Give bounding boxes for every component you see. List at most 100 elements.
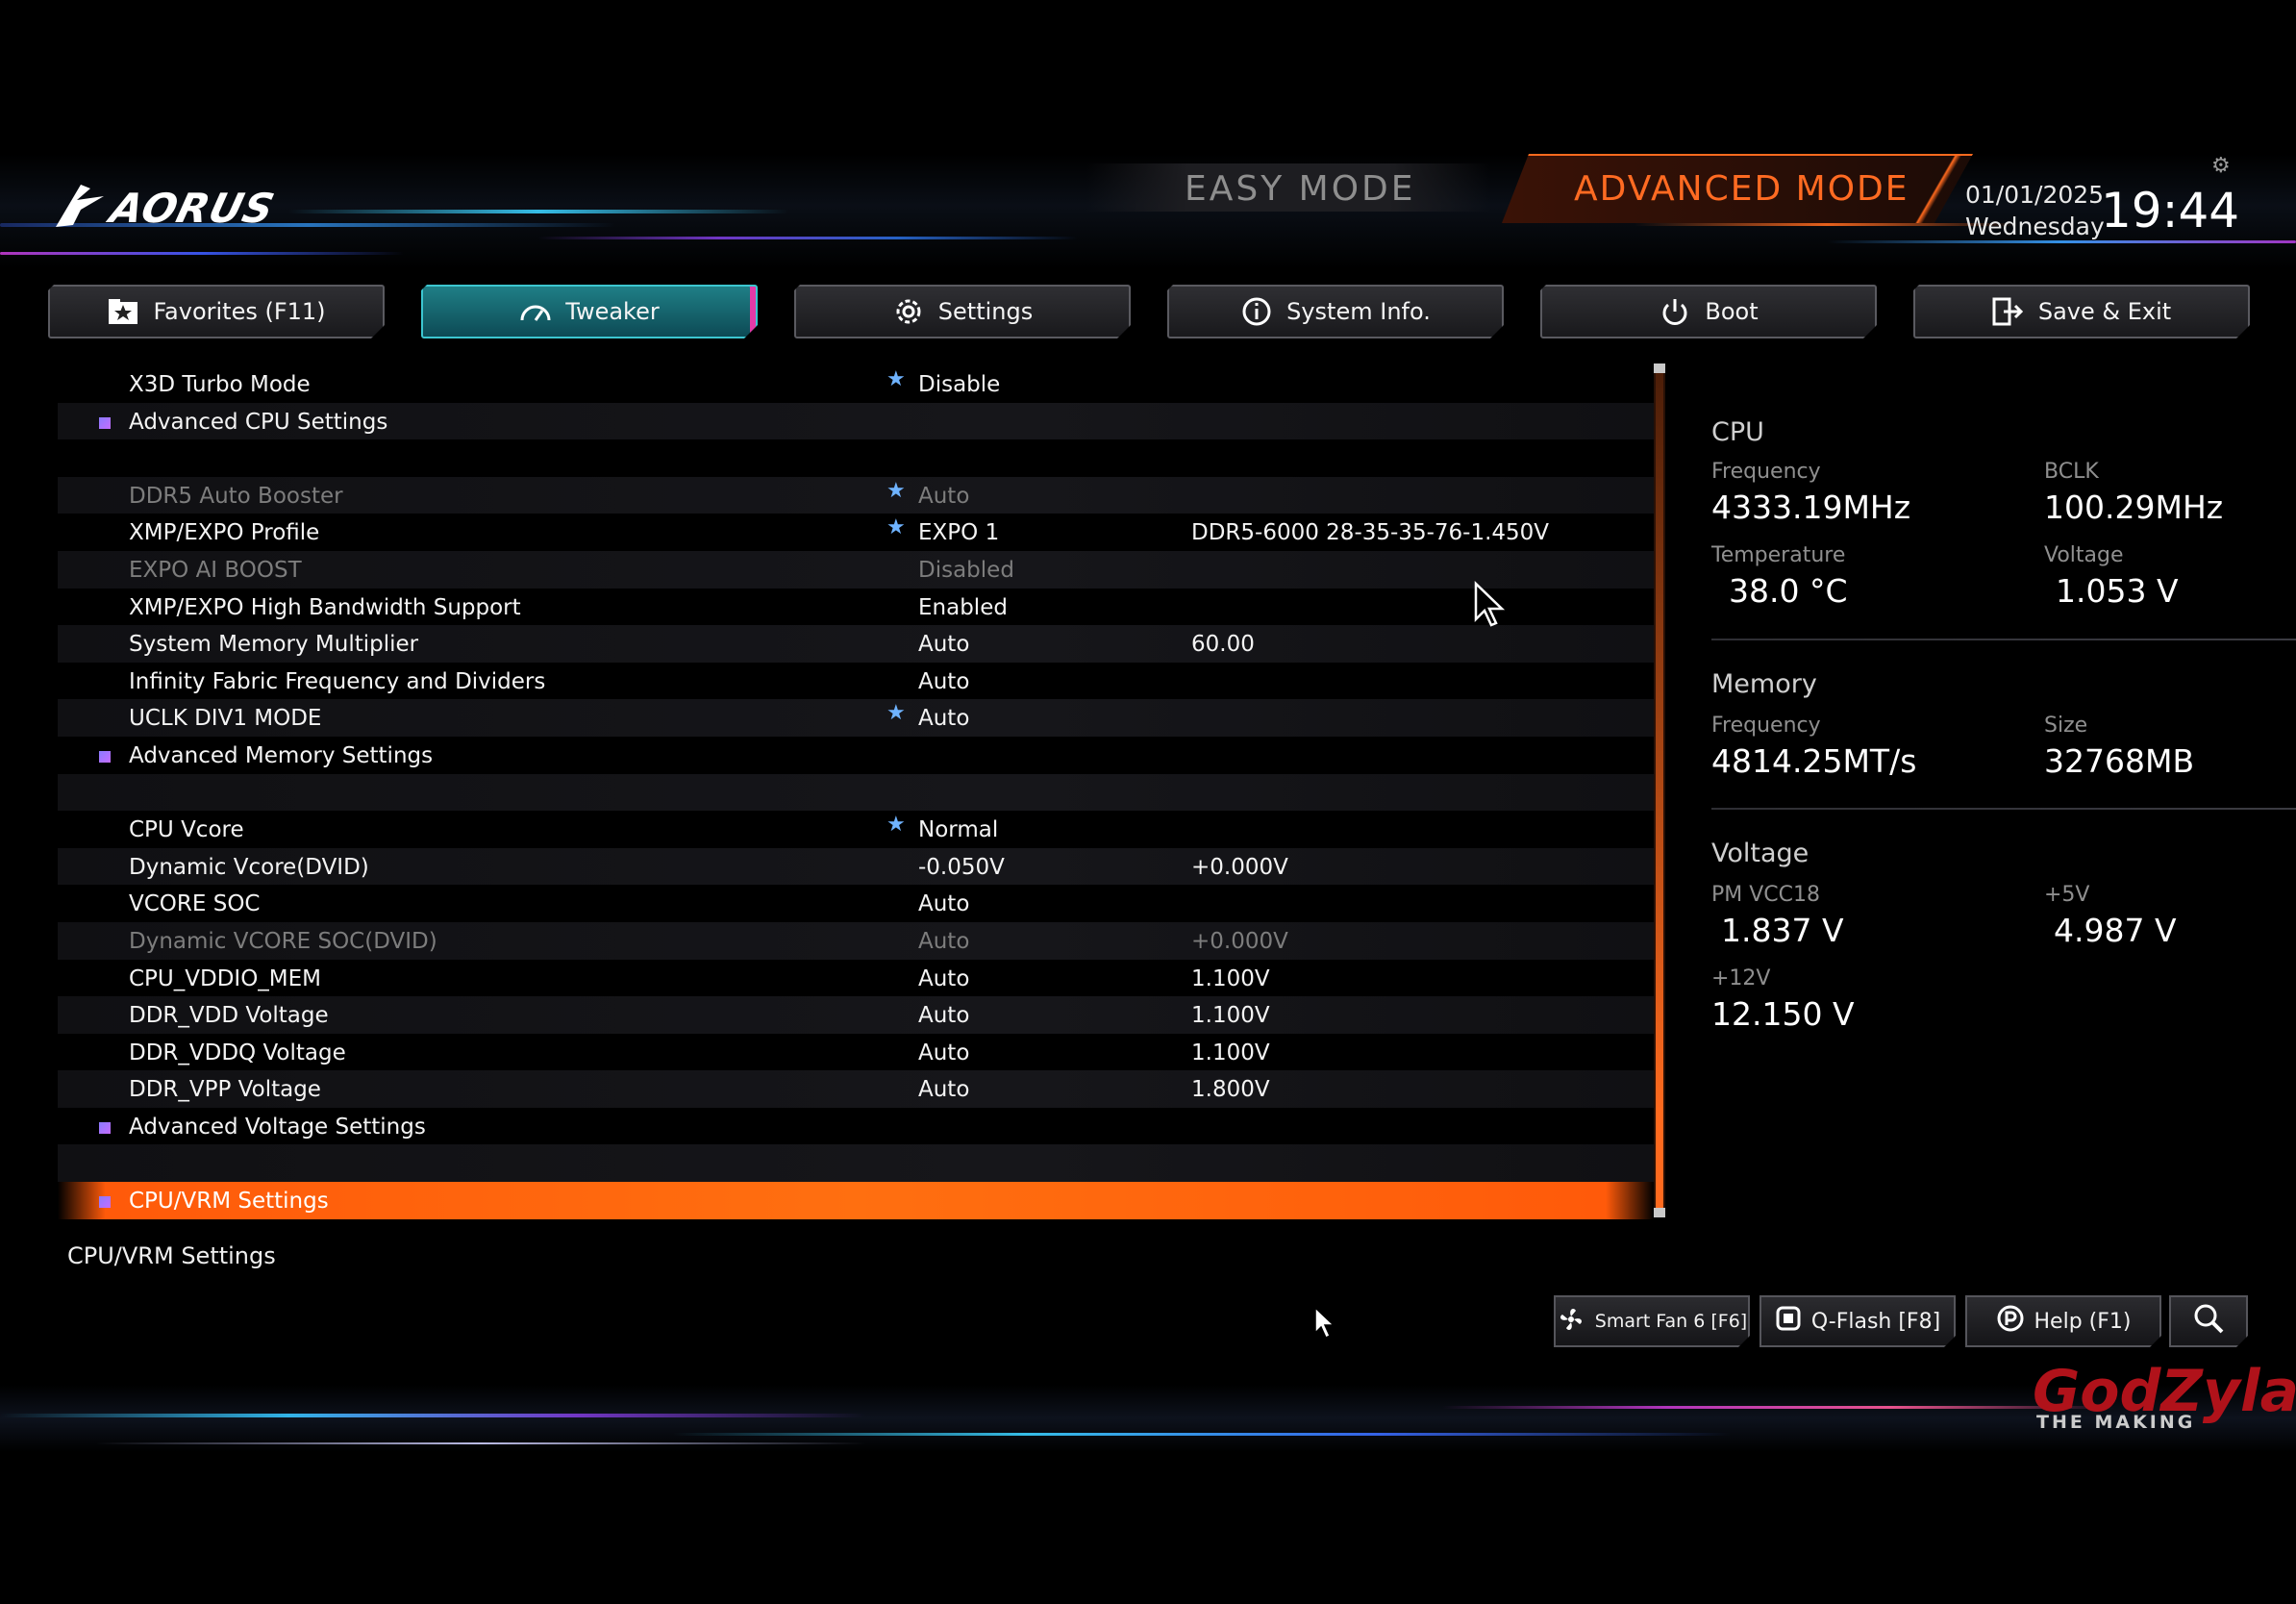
setting-value[interactable]: Auto bbox=[918, 1077, 969, 1102]
setting-value[interactable]: Auto bbox=[918, 966, 969, 991]
memory-frequency-value: 4814.25MT/s bbox=[1711, 742, 1917, 780]
scrollbar-thumb[interactable] bbox=[1656, 365, 1663, 1216]
cpu-section-title: CPU bbox=[1711, 417, 1764, 447]
setting-ddr-vpp-voltage[interactable]: DDR_VPP Voltage Auto 1.800V bbox=[58, 1070, 1654, 1108]
submenu-advanced-memory-settings[interactable]: Advanced Memory Settings bbox=[58, 737, 1654, 774]
memory-size-label: Size bbox=[2044, 714, 2088, 738]
speedometer-icon bbox=[519, 297, 552, 326]
tab-save-exit[interactable]: Save & Exit bbox=[1913, 285, 2250, 338]
setting-xmp-expo-profile[interactable]: XMP/EXPO Profile ★ EXPO 1 DDR5-6000 28-35-3… bbox=[58, 514, 1654, 551]
setting-value[interactable]: Auto bbox=[918, 1003, 969, 1028]
list-spacer bbox=[58, 1144, 1654, 1183]
setting-ddr5-auto-booster[interactable]: DDR5 Auto Booster ★ Auto bbox=[58, 476, 1654, 514]
easy-mode-label: EASY MODE bbox=[1185, 169, 1416, 209]
exit-icon bbox=[1992, 297, 2025, 326]
submenu-bullet-icon bbox=[99, 750, 111, 763]
smart-fan-label: Smart Fan 6 [F6] bbox=[1594, 1311, 1748, 1332]
submenu-advanced-voltage-settings[interactable]: Advanced Voltage Settings bbox=[58, 1108, 1654, 1145]
setting-value[interactable]: Enabled bbox=[918, 595, 1008, 620]
voltage-section-title: Voltage bbox=[1711, 839, 1809, 868]
tab-label: System Info. bbox=[1286, 298, 1431, 325]
setting-value[interactable]: Auto bbox=[918, 669, 969, 694]
cpu-temperature-label: Temperature bbox=[1711, 543, 1846, 567]
setting-label: System Memory Multiplier bbox=[129, 632, 419, 658]
setting-detail: 60.00 bbox=[1191, 632, 1255, 658]
advanced-mode-label: ADVANCED MODE bbox=[1574, 169, 1909, 209]
tab-label: Save & Exit bbox=[2037, 298, 2172, 325]
memory-section-title: Memory bbox=[1711, 669, 1817, 699]
setting-x3d-turbo-mode[interactable]: X3D Turbo Mode ★ Disable bbox=[58, 365, 1654, 403]
setting-value[interactable]: Auto bbox=[918, 632, 969, 657]
search-button[interactable] bbox=[2169, 1295, 2248, 1347]
scrollbar-bottom-cap bbox=[1654, 1208, 1665, 1217]
setting-label: Dynamic VCORE SOC(DVID) bbox=[129, 928, 437, 954]
divider bbox=[1711, 639, 2296, 640]
setting-label: VCORE SOC bbox=[129, 891, 261, 917]
setting-value[interactable]: Normal bbox=[918, 817, 998, 842]
help-button[interactable]: Help (F1) bbox=[1965, 1295, 2161, 1347]
gear-icon bbox=[892, 297, 925, 326]
qflash-button[interactable]: Q-Flash [F8] bbox=[1759, 1295, 1956, 1347]
tab-system-info[interactable]: System Info. bbox=[1167, 285, 1504, 338]
scrollbar-top-cap bbox=[1654, 363, 1665, 373]
favorite-star-icon: ★ bbox=[886, 367, 906, 391]
setting-label: UCLK DIV1 MODE bbox=[129, 706, 322, 732]
submenu-bullet-icon bbox=[99, 416, 111, 429]
setting-value[interactable]: EXPO 1 bbox=[918, 520, 999, 545]
submenu-advanced-cpu-settings[interactable]: Advanced CPU Settings bbox=[58, 402, 1654, 440]
favorite-star-icon: ★ bbox=[886, 515, 906, 540]
setting-detail: DDR5-6000 28-35-35-76-1.450V bbox=[1191, 520, 1550, 546]
setting-dynamic-vcore-soc-dvid[interactable]: Dynamic VCORE SOC(DVID) Auto +0.000V bbox=[58, 921, 1654, 960]
setting-detail: +0.000V bbox=[1191, 854, 1288, 880]
setting-value[interactable]: Auto bbox=[918, 484, 969, 509]
star-folder-icon bbox=[107, 297, 139, 326]
setting-cpu-vddio-mem[interactable]: CPU_VDDIO_MEM Auto 1.100V bbox=[58, 960, 1654, 997]
setting-infinity-fabric-frequency-and-dividers[interactable]: Infinity Fabric Frequency and Dividers Au… bbox=[58, 663, 1654, 700]
setting-value[interactable]: Disabled bbox=[918, 558, 1014, 583]
setting-label: DDR_VPP Voltage bbox=[129, 1077, 321, 1103]
advanced-mode-button[interactable]: ADVANCED MODE bbox=[1502, 154, 1973, 223]
cpu-voltage-value: 1.053 V bbox=[2056, 572, 2179, 610]
tab-label: Tweaker bbox=[565, 298, 660, 325]
setting-value[interactable]: Auto bbox=[918, 891, 969, 916]
tab-favorites[interactable]: Favorites (F11) bbox=[48, 285, 385, 338]
setting-label: X3D Turbo Mode bbox=[129, 372, 311, 397]
setting-xmp-expo-high-bandwidth-support[interactable]: XMP/EXPO High Bandwidth Support Enabled bbox=[58, 589, 1654, 626]
submenu-bullet-icon bbox=[99, 1196, 111, 1209]
setting-uclk-div1-mode[interactable]: UCLK DIV1 MODE ★ Auto bbox=[58, 699, 1654, 737]
setting-value[interactable]: Auto bbox=[918, 706, 969, 731]
setting-vcore-soc[interactable]: VCORE SOC Auto bbox=[58, 885, 1654, 922]
date-text: 01/01/2025 bbox=[1965, 181, 2105, 209]
setting-cpu-vcore[interactable]: CPU Vcore ★ Normal bbox=[58, 811, 1654, 848]
setting-expo-ai-boost[interactable]: EXPO AI BOOST Disabled bbox=[58, 550, 1654, 589]
setting-ddr-vddq-voltage[interactable]: DDR_VDDQ Voltage Auto 1.100V bbox=[58, 1034, 1654, 1071]
power-icon bbox=[1659, 297, 1691, 326]
cpu-temperature-value: 38.0 °C bbox=[1729, 572, 1848, 610]
bclk-value: 100.29MHz bbox=[2044, 489, 2224, 526]
setting-dynamic-vcore-dvid[interactable]: Dynamic Vcore(DVID) -0.050V +0.000V bbox=[58, 847, 1654, 886]
weekday-text: Wednesday bbox=[1965, 213, 2105, 240]
memory-size-value: 32768MB bbox=[2044, 742, 2195, 780]
settings-gear-icon[interactable]: ⚙ bbox=[2211, 154, 2233, 178]
setting-label: DDR_VDD Voltage bbox=[129, 1003, 329, 1029]
setting-ddr-vdd-voltage[interactable]: DDR_VDD Voltage Auto 1.100V bbox=[58, 996, 1654, 1034]
fan-icon bbox=[1557, 1305, 1585, 1339]
easy-mode-button[interactable]: EASY MODE bbox=[1086, 163, 1490, 212]
setting-label: Infinity Fabric Frequency and Dividers bbox=[129, 668, 546, 694]
tab-settings[interactable]: Settings bbox=[794, 285, 1131, 338]
setting-value[interactable]: Auto bbox=[918, 1040, 969, 1065]
tab-tweaker[interactable]: Tweaker bbox=[421, 285, 758, 338]
submenu-cpu-vrm-settings[interactable]: CPU/VRM Settings bbox=[58, 1182, 1654, 1219]
search-icon bbox=[2192, 1302, 2225, 1341]
plus12v-label: +12V bbox=[1711, 966, 1771, 990]
list-spacer bbox=[58, 773, 1654, 812]
smart-fan-button[interactable]: Smart Fan 6 [F6] bbox=[1554, 1295, 1750, 1347]
setting-system-memory-multiplier[interactable]: System Memory Multiplier Auto 60.00 bbox=[58, 625, 1654, 663]
tab-boot[interactable]: Boot bbox=[1540, 285, 1877, 338]
setting-value[interactable]: Disable bbox=[918, 372, 1000, 397]
setting-value[interactable]: -0.050V bbox=[918, 855, 1005, 880]
pm-vcc18-label: PM VCC18 bbox=[1711, 883, 1821, 907]
tab-label: Settings bbox=[937, 298, 1034, 325]
setting-value[interactable]: Auto bbox=[918, 929, 969, 954]
